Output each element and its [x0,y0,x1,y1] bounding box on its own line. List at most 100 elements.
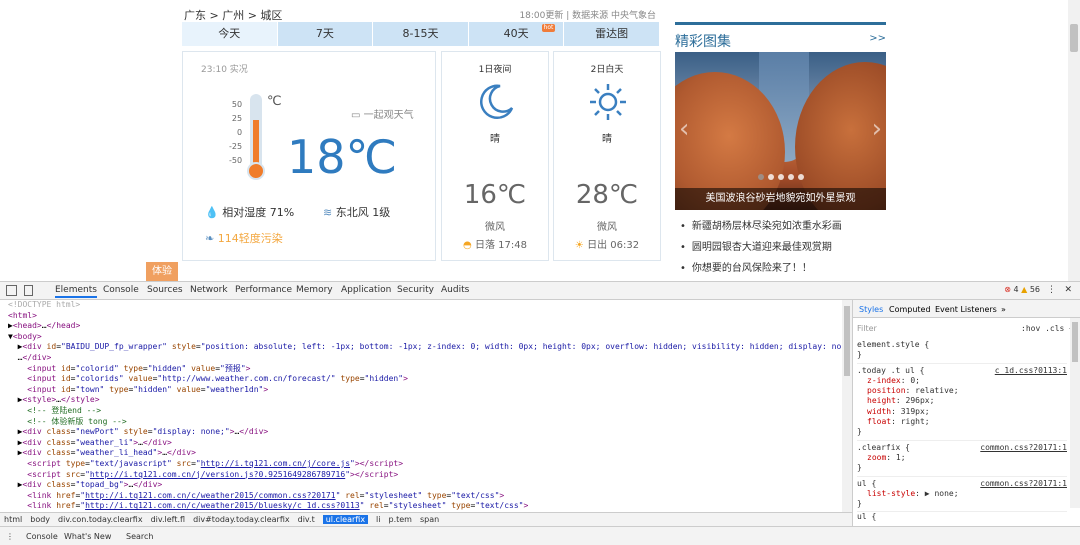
wind: ≋ 东北风 1级 [323,204,390,220]
share-weather-label: 一起观天气 [363,110,414,121]
gallery-caption[interactable]: 美国波浪谷砂岩地貌宛如外星景观 [675,188,886,210]
device-toggle-icon[interactable] [24,285,33,296]
tab-security[interactable]: Security [397,285,434,295]
scale-label: 25 [231,114,243,123]
crumb[interactable]: div.t [298,515,315,524]
styles-sidebar: Styles Computed Event Listeners » Filter… [852,300,1080,526]
crumb[interactable]: body [30,515,50,524]
tab-memory[interactable]: Memory [296,285,333,295]
gallery-header: 精彩图集 >> [675,22,886,52]
news-item[interactable]: 新疆胡杨层林尽染宛如浓重水彩画 [680,218,842,239]
tab-application[interactable]: Application [341,285,391,295]
warning-icon: ▲ [1021,285,1028,294]
drawer-tab-whats-new[interactable]: What's New [64,532,111,541]
inspect-icon[interactable] [6,285,17,296]
sunset-label: 日落 17:48 [474,240,527,251]
devtools-drawer: ⋮ Console What's New Search [0,526,1080,545]
scale-label: -50 [229,156,243,165]
devtools-panel: Elements Console Sources Network Perform… [0,281,1080,545]
current-temperature: 18℃ [287,130,398,184]
tab-audits[interactable]: Audits [441,285,469,295]
crumb[interactable]: div.con.today.clearfix [58,515,143,524]
tab-network[interactable]: Network [190,285,228,295]
sun-icon [590,84,626,120]
sunrise-time: ☀ 日出 06:32 [554,236,660,251]
sunset-time: ◓ 日落 17:48 [442,236,548,251]
wind-value: 东北风 1级 [335,206,391,219]
forecast-period: 2日白天 [590,65,624,75]
news-item[interactable]: 你想要的台风保险来了！！ [680,260,842,281]
hov-cls-toggles[interactable]: :hov .cls + [1021,324,1074,333]
breadcrumb[interactable]: 广东 > 广州 > 城区 [184,7,282,23]
tab-40days[interactable]: 40天 hot [469,22,565,46]
forecast-period: 1日夜间 [478,65,512,75]
forecast-night-panel: 1日夜间 晴 16℃ 微风 ◓ 日落 17:48 [441,51,549,261]
gallery-title: 精彩图集 [675,34,731,50]
styles-filter-input[interactable]: Filter [857,324,877,333]
more-tabs-icon[interactable]: » [1001,305,1006,314]
crumb[interactable]: li [376,515,380,524]
tab-elements[interactable]: Elements [55,285,97,298]
tab-today[interactable]: 今天 [182,22,278,46]
tab-sources[interactable]: Sources [147,285,183,295]
current-weather-panel: 23:10 实况 50 25 0 -25 -50 ℃ 18℃ ▭ 一起观天气 💧… [182,51,436,261]
crumb[interactable]: html [4,515,22,524]
chat-icon: ▭ [351,110,364,121]
forecast-temperature: 28℃ [575,180,639,210]
tab-radar[interactable]: 雷达图 [564,22,660,46]
moon-icon [480,84,514,119]
gallery-more-link[interactable]: >> [869,33,886,44]
drawer-menu-icon[interactable]: ⋮ [6,532,14,541]
css-rules[interactable]: element.style {} c_1d.css?0113:1 .today .… [857,338,1067,523]
crumb[interactable]: p.tem [389,515,412,524]
tab-8-15days[interactable]: 8-15天 [373,22,469,46]
dom-tree[interactable]: <!DOCTYPE html> <html> ▶<head>…</head> ▼… [0,300,842,512]
forecast-tabs: 今天 7天 8-15天 40天 hot 雷达图 [182,22,660,46]
tab-styles[interactable]: Styles [859,305,883,314]
tab-7days[interactable]: 7天 [278,22,374,46]
styles-scrollbar[interactable] [1070,318,1080,508]
chevron-right-icon[interactable]: › [872,114,882,144]
crumb[interactable]: div#today.today.clearfix [193,515,290,524]
forecast-temperature: 16℃ [463,180,527,210]
error-count: 4 [1013,285,1019,294]
thermometer-icon [247,94,265,186]
forecast-condition: 晴 [490,134,500,145]
error-warning-counter[interactable]: ⊗ 4 ▲ 56 [1004,285,1040,294]
drawer-tab-console[interactable]: Console [26,532,58,541]
crumb-selected[interactable]: ul.clearfix [322,515,369,524]
news-list: 新疆胡杨层林尽染宛如浓重水彩画 圆明园银杏大道迎来最佳观赏期 你想要的台风保险来… [680,218,842,281]
tab-computed[interactable]: Computed [889,305,931,314]
crumb[interactable]: div.left.fl [151,515,186,524]
gallery-slideshow[interactable]: ‹ › 美国波浪谷砂岩地貌宛如外星景观 [675,52,886,210]
forecast-day-panel: 2日白天 晴 28℃ 微风 ☀ 日出 06:32 [553,51,661,261]
tab-performance[interactable]: Performance [235,285,292,295]
wind-icon: ≋ [323,206,336,219]
observation-time: 23:10 实况 [201,65,248,75]
sunset-icon: ◓ [463,240,475,251]
air-quality-value: 114轻度污染 [217,232,283,245]
error-icon: ⊗ [1004,285,1011,294]
drawer-tab-search[interactable]: Search [126,532,153,541]
tab-event-listeners[interactable]: Event Listeners [935,305,997,314]
chevron-left-icon[interactable]: ‹ [679,114,689,144]
dom-breadcrumbs: html body div.con.today.clearfix div.left.f… [0,512,852,526]
forecast-condition: 晴 [602,134,612,145]
scale-label: 50 [231,100,243,109]
page-scrollbar[interactable] [1068,0,1080,281]
hot-badge: hot [541,24,556,32]
dom-tree-scrollbar[interactable] [842,300,852,512]
thermometer-unit: ℃ [267,94,282,109]
news-item[interactable]: 圆明园银杏大道迎来最佳观赏期 [680,239,842,260]
air-quality-link[interactable]: ❧ 114轻度污染 [205,230,283,246]
weather-page: 广东 > 广州 > 城区 18:00更新 | 数据来源 中央气象台 今天 7天 … [0,0,1068,281]
share-weather-link[interactable]: ▭ 一起观天气 [351,106,414,121]
slide-indicators[interactable] [675,165,886,184]
sunrise-label: 日出 06:32 [587,240,640,251]
experience-button[interactable]: 体验 [146,262,178,281]
crumb[interactable]: span [420,515,439,524]
tab-console[interactable]: Console [103,285,139,295]
more-options-icon[interactable]: ⋮ [1047,285,1056,295]
close-icon[interactable]: ✕ [1064,285,1072,295]
scale-label: -25 [229,142,243,151]
